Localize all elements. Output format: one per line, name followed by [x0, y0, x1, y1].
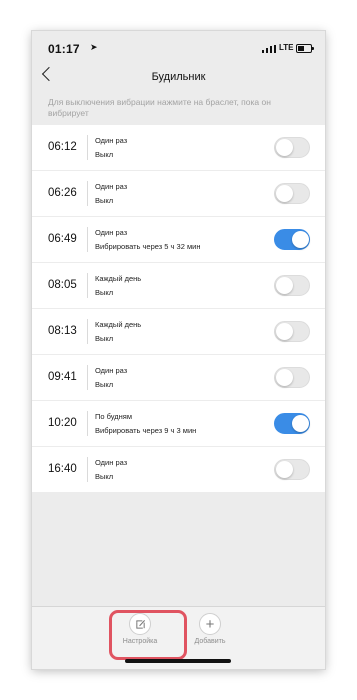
alarm-status: Выкл	[95, 380, 114, 389]
divider	[87, 227, 88, 252]
toggle-knob	[292, 415, 309, 432]
plus-icon: +	[199, 613, 221, 635]
status-bar: 01:17 ➤ LTE	[32, 31, 325, 63]
alarm-time: 08:13	[48, 325, 77, 337]
navigation-bar: Будильник	[32, 63, 325, 93]
toggle-knob	[276, 369, 293, 386]
alarm-row[interactable]: 06:12 Один раз Выкл	[32, 125, 325, 171]
alarm-status: Вибрировать через 9 ч 3 мин	[95, 426, 197, 435]
alarm-toggle[interactable]	[274, 367, 310, 388]
alarm-toggle[interactable]	[274, 459, 310, 480]
alarm-row[interactable]: 16:40 Один раз Выкл	[32, 447, 325, 492]
toggle-knob	[276, 139, 293, 156]
alarm-row[interactable]: 06:26 Один раз Выкл	[32, 171, 325, 217]
page-title: Будильник	[151, 71, 206, 83]
alarm-time: 06:49	[48, 233, 77, 245]
network-type: LTE	[279, 43, 294, 52]
settings-label: Настройка	[122, 638, 158, 645]
alarm-status: Выкл	[95, 150, 114, 159]
toggle-knob	[276, 277, 293, 294]
toggle-knob	[276, 185, 293, 202]
alarm-row[interactable]: 09:41 Один раз Выкл	[32, 355, 325, 401]
alarm-toggle[interactable]	[274, 229, 310, 250]
phone-screen: 01:17 ➤ LTE Будильник Для выключения виб…	[32, 31, 325, 669]
alarm-repeat-label: Один раз	[95, 182, 128, 191]
alarm-repeat-label: Каждый день	[95, 274, 142, 283]
divider	[87, 135, 88, 160]
alarm-row[interactable]: 08:05 Каждый день Выкл	[32, 263, 325, 309]
toggle-knob	[292, 231, 309, 248]
add-alarm-button[interactable]: + Добавить	[185, 613, 235, 645]
toggle-knob	[276, 323, 293, 340]
alarm-time: 16:40	[48, 463, 77, 475]
alarm-toggle[interactable]	[274, 321, 310, 342]
alarm-repeat-label: Каждый день	[95, 320, 142, 329]
home-indicator[interactable]	[125, 659, 231, 663]
alarm-repeat-label: Один раз	[95, 366, 128, 375]
alarm-toggle[interactable]	[274, 183, 310, 204]
alarm-toggle[interactable]	[274, 275, 310, 296]
status-time: 01:17	[48, 42, 80, 56]
alarm-toggle[interactable]	[274, 413, 310, 434]
divider	[87, 319, 88, 344]
divider	[87, 273, 88, 298]
location-arrow-icon: ➤	[90, 42, 98, 52]
settings-button[interactable]: Настройка	[115, 613, 165, 645]
alarm-status: Выкл	[95, 196, 114, 205]
alarm-row[interactable]: 08:13 Каждый день Выкл	[32, 309, 325, 355]
alarm-status: Выкл	[95, 472, 114, 481]
toggle-knob	[276, 461, 293, 478]
alarm-repeat-label: Один раз	[95, 458, 128, 467]
vibration-hint: Для выключения вибрации нажмите на брасл…	[48, 97, 271, 118]
alarm-time: 06:12	[48, 141, 77, 153]
battery-icon	[296, 44, 314, 53]
bottom-toolbar: Настройка + Добавить	[32, 606, 325, 669]
alarm-status: Выкл	[95, 288, 114, 297]
alarm-time: 08:05	[48, 279, 77, 291]
alarm-time: 10:20	[48, 417, 77, 429]
alarm-status: Вибрировать через 5 ч 32 мин	[95, 242, 201, 251]
divider	[87, 411, 88, 436]
alarm-repeat-label: По будням	[95, 412, 133, 421]
divider	[87, 457, 88, 482]
divider	[87, 181, 88, 206]
alarm-row[interactable]: 06:49 Один раз Вибрировать через 5 ч 32 ми…	[32, 217, 325, 263]
alarm-repeat-label: Один раз	[95, 228, 128, 237]
cellular-signal-icon	[262, 45, 276, 53]
edit-icon	[129, 613, 151, 635]
add-label: Добавить	[194, 638, 226, 645]
alarm-time: 06:26	[48, 187, 77, 199]
alarm-list: 06:12 Один раз Выкл 06:26 Один раз Выкл 06:49 О…	[32, 125, 325, 492]
alarm-time: 09:41	[48, 371, 77, 383]
divider	[87, 365, 88, 390]
alarm-toggle[interactable]	[274, 137, 310, 158]
alarm-repeat-label: Один раз	[95, 136, 128, 145]
alarm-row[interactable]: 10:20 По будням Вибрировать через 9 ч 3 ми…	[32, 401, 325, 447]
alarm-status: Выкл	[95, 334, 114, 343]
